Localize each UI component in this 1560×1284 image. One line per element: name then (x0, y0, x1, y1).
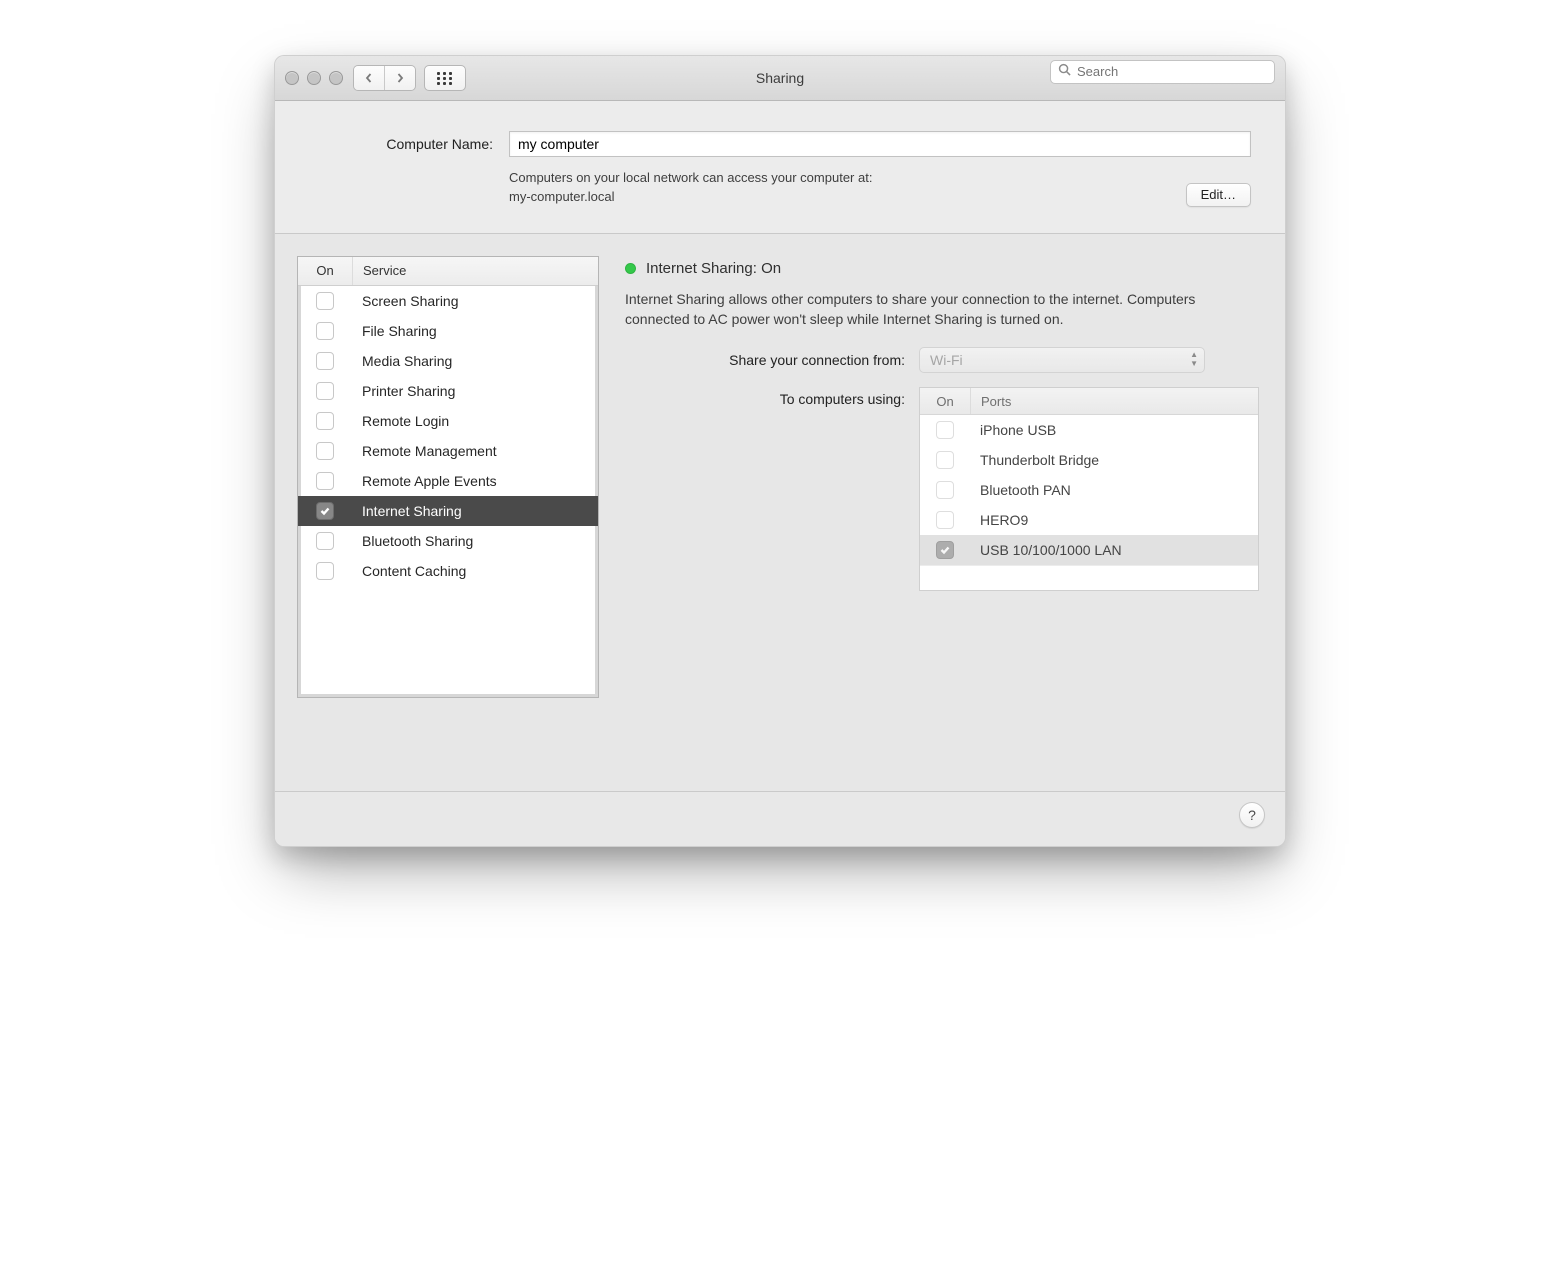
services-header-row: On Service (298, 257, 598, 286)
ports-table: On Ports iPhone USB Thunderbolt Bridge Blu… (919, 387, 1259, 591)
titlebar: Sharing (275, 56, 1285, 101)
share-from-value: Wi-Fi (930, 352, 963, 368)
minimize-window-button[interactable] (307, 71, 321, 85)
port-checkbox[interactable] (936, 511, 954, 529)
window-title: Sharing (756, 70, 804, 86)
service-label: Internet Sharing (352, 503, 598, 519)
port-row[interactable]: iPhone USB (920, 415, 1258, 445)
service-label: Printer Sharing (352, 383, 598, 399)
ports-header-row: On Ports (920, 388, 1258, 415)
to-computers-label: To computers using: (625, 387, 919, 407)
service-status-row: Internet Sharing: On (625, 260, 1259, 277)
nav-segment (353, 65, 416, 91)
ports-table-footer (920, 565, 1258, 590)
share-from-select[interactable]: Wi-Fi ▲▼ (919, 347, 1205, 373)
service-checkbox[interactable] (316, 352, 334, 370)
port-row[interactable]: Thunderbolt Bridge (920, 445, 1258, 475)
service-checkbox[interactable] (316, 562, 334, 580)
service-row[interactable]: Remote Apple Events (298, 466, 598, 496)
port-checkbox[interactable] (936, 451, 954, 469)
search-wrap (1050, 60, 1275, 97)
show-all-button[interactable] (424, 65, 466, 91)
service-row[interactable]: Remote Management (298, 436, 598, 466)
port-row[interactable]: Bluetooth PAN (920, 475, 1258, 505)
forward-button[interactable] (385, 66, 415, 90)
preferences-window: Sharing Computer Name: Computers on your… (274, 55, 1286, 847)
service-row[interactable]: Screen Sharing (298, 286, 598, 316)
service-status-text: Internet Sharing: On (646, 260, 781, 277)
window-footer (275, 791, 1285, 846)
service-checkbox[interactable] (316, 382, 334, 400)
port-checkbox[interactable] (936, 481, 954, 499)
service-checkbox[interactable] (316, 442, 334, 460)
grid-icon (437, 72, 453, 84)
port-checkbox[interactable] (936, 541, 954, 559)
services-header-on[interactable]: On (298, 257, 353, 285)
port-label: iPhone USB (970, 422, 1258, 438)
service-label: Bluetooth Sharing (352, 533, 598, 549)
service-row[interactable]: Printer Sharing (298, 376, 598, 406)
service-label: File Sharing (352, 323, 598, 339)
edit-hostname-button[interactable]: Edit… (1186, 183, 1251, 207)
service-checkbox[interactable] (316, 502, 334, 520)
back-button[interactable] (354, 66, 385, 90)
computer-name-section: Computer Name: Computers on your local n… (275, 101, 1285, 234)
window-controls (285, 71, 343, 85)
computer-name-label: Computer Name: (293, 136, 493, 152)
service-label: Screen Sharing (352, 293, 598, 309)
service-checkbox[interactable] (316, 322, 334, 340)
service-row[interactable]: Remote Login (298, 406, 598, 436)
service-checkbox[interactable] (316, 292, 334, 310)
port-label: HERO9 (970, 512, 1258, 528)
local-network-hint: Computers on your local network can acce… (509, 169, 1186, 207)
services-table: On Service Screen Sharing File Sharing Med… (297, 256, 599, 698)
ports-row: To computers using: On Ports iPhone USB T… (625, 387, 1259, 591)
share-from-label: Share your connection from: (625, 352, 919, 368)
ports-header-ports[interactable]: Ports (971, 388, 1258, 414)
service-label: Remote Login (352, 413, 598, 429)
hint-line2: my-computer.local (509, 189, 614, 204)
service-checkbox[interactable] (316, 472, 334, 490)
zoom-window-button[interactable] (329, 71, 343, 85)
service-description: Internet Sharing allows other computers … (625, 289, 1259, 330)
sharing-body: On Service Screen Sharing File Sharing Med… (275, 234, 1285, 791)
port-row[interactable]: HERO9 (920, 505, 1258, 535)
select-stepper-icon: ▲▼ (1190, 350, 1198, 368)
service-label: Remote Apple Events (352, 473, 598, 489)
hint-line1: Computers on your local network can acce… (509, 170, 872, 185)
search-input[interactable] (1050, 60, 1275, 84)
help-button[interactable]: ? (1239, 802, 1265, 828)
port-row[interactable]: USB 10/100/1000 LAN (920, 535, 1258, 565)
service-label: Remote Management (352, 443, 598, 459)
port-checkbox[interactable] (936, 421, 954, 439)
port-label: Thunderbolt Bridge (970, 452, 1258, 468)
service-label: Content Caching (352, 563, 598, 579)
service-label: Media Sharing (352, 353, 598, 369)
computer-name-input[interactable] (509, 131, 1251, 157)
close-window-button[interactable] (285, 71, 299, 85)
share-from-row: Share your connection from: Wi-Fi ▲▼ (625, 347, 1259, 373)
service-row[interactable]: File Sharing (298, 316, 598, 346)
service-checkbox[interactable] (316, 412, 334, 430)
service-row[interactable]: Internet Sharing (298, 496, 598, 526)
status-indicator-icon (625, 263, 636, 274)
ports-header-on[interactable]: On (920, 388, 971, 414)
services-header-service[interactable]: Service (353, 257, 598, 285)
service-detail: Internet Sharing: On Internet Sharing al… (625, 256, 1259, 769)
service-row[interactable]: Content Caching (298, 556, 598, 586)
port-label: USB 10/100/1000 LAN (970, 542, 1258, 558)
service-checkbox[interactable] (316, 532, 334, 550)
service-row[interactable]: Bluetooth Sharing (298, 526, 598, 556)
port-label: Bluetooth PAN (970, 482, 1258, 498)
service-row[interactable]: Media Sharing (298, 346, 598, 376)
